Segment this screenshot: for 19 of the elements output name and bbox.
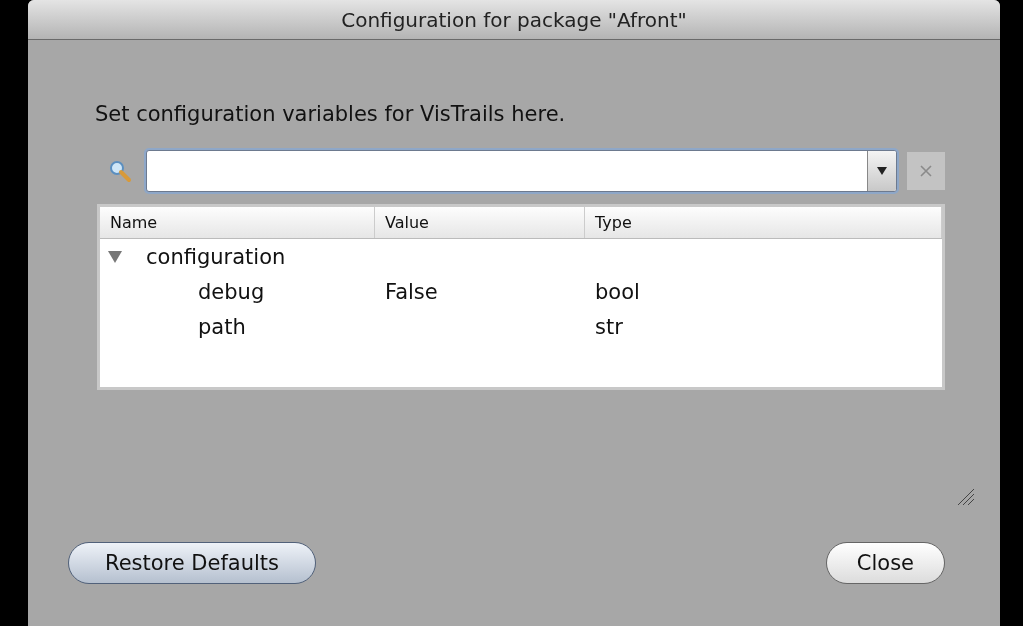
column-header[interactable]: Value — [375, 207, 585, 238]
search-combo-field[interactable] — [146, 150, 897, 192]
table-cell-text: bool — [594, 279, 641, 304]
resize-grip-icon[interactable] — [957, 488, 975, 506]
table-cell-text: str — [594, 314, 624, 339]
expanded-triangle-icon[interactable] — [108, 250, 122, 263]
description-text: Set configuration variables for VisTrails here. — [95, 102, 567, 126]
dropdown-caret-icon[interactable] — [877, 167, 887, 175]
window-title: Configuration for package "Afront" — [341, 7, 687, 32]
table-cell-text: False — [384, 279, 439, 304]
restore-defaults-button[interactable]: Restore Defaults — [68, 542, 317, 584]
tree-item-name: debug — [197, 279, 265, 304]
search-icon — [108, 159, 132, 183]
tree-item-name: path — [197, 314, 246, 339]
close-button[interactable]: Close — [825, 542, 945, 584]
column-header[interactable]: Name — [100, 207, 375, 238]
column-header[interactable]: Type — [585, 207, 942, 238]
tree-item-name: configuration — [145, 244, 286, 269]
close-icon — [920, 165, 932, 177]
